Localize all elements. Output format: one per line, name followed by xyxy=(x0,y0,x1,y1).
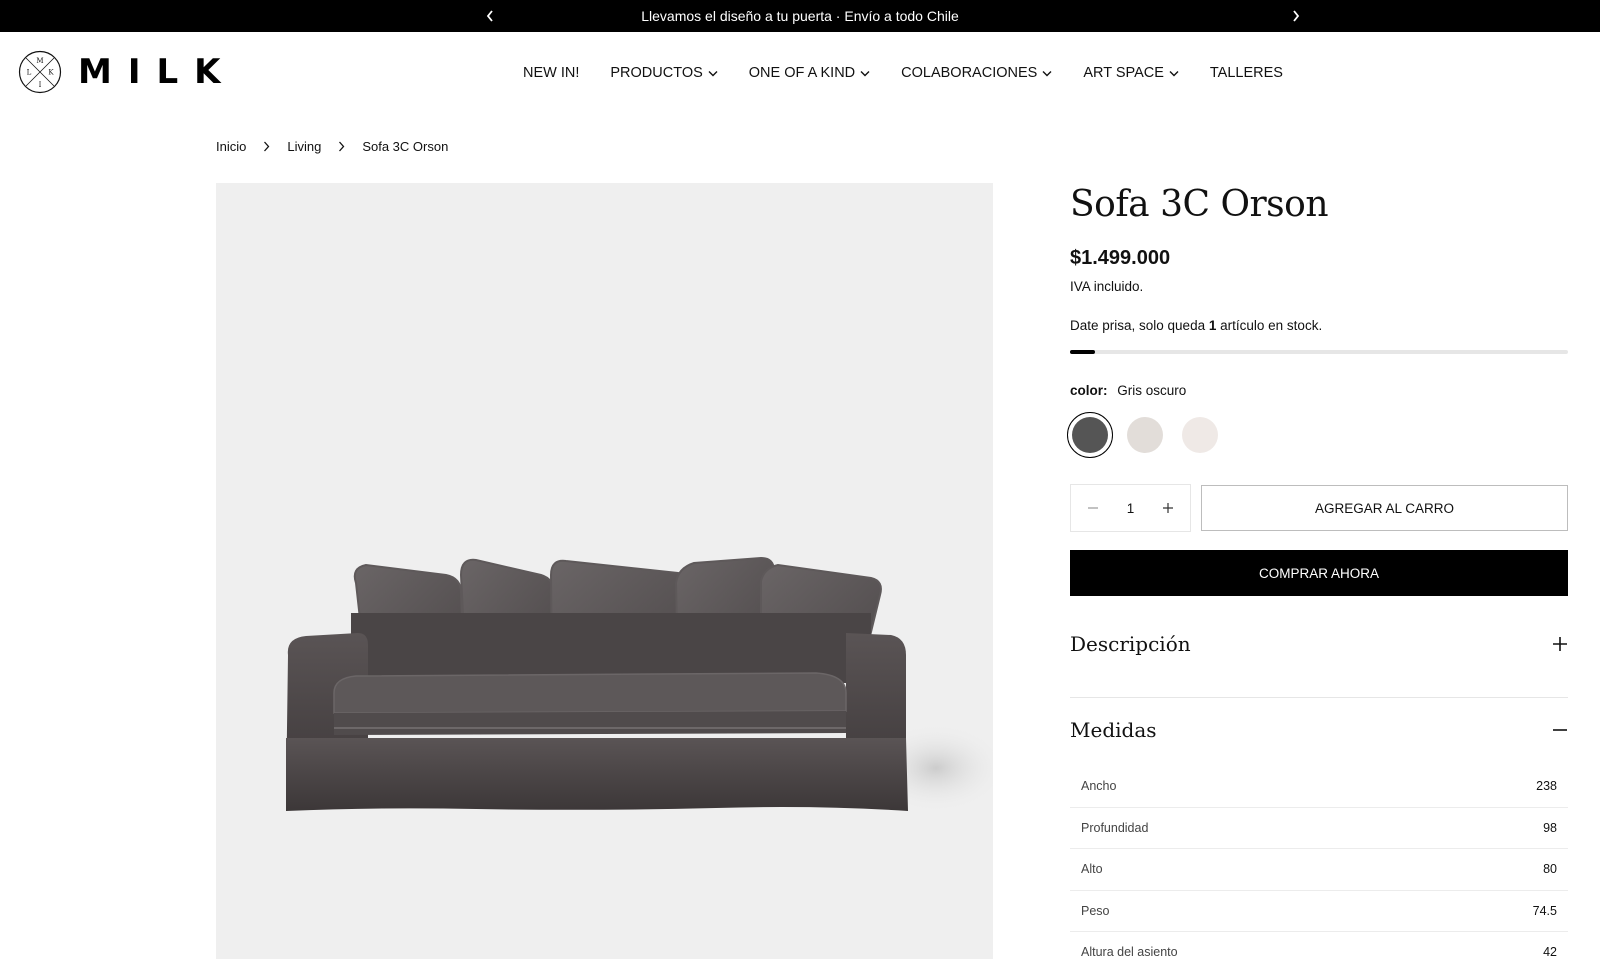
spec-label: Altura del asiento xyxy=(1081,945,1178,960)
color-label-key: color: xyxy=(1070,383,1108,398)
nav-item-one-of-a-kind[interactable]: ONE OF A KIND xyxy=(749,65,870,81)
announcement-text: Llevamos el diseño a tu puerta · Envío a… xyxy=(641,8,959,24)
nav-item-label: PRODUCTOS xyxy=(610,65,703,81)
main-nav: NEW IN! PRODUCTOS ONE OF A KIND COLABORA… xyxy=(523,32,1314,114)
accordion-title: Medidas xyxy=(1070,718,1157,742)
chevron-left-icon xyxy=(486,10,493,22)
tax-note: IVA incluido. xyxy=(1070,279,1144,294)
announcement-next-button[interactable] xyxy=(1280,0,1312,32)
spec-label: Ancho xyxy=(1081,779,1117,794)
spec-row: Ancho 238 xyxy=(1070,766,1568,808)
spec-value: 42 xyxy=(1543,945,1557,960)
site-header: M K I L MILK NEW IN! PRODUCTOS ONE OF A … xyxy=(0,32,1600,114)
logo-emblem-letter-i: I xyxy=(39,81,42,89)
spec-row: Profundidad 98 xyxy=(1070,808,1568,849)
minus-icon xyxy=(1088,507,1098,509)
chevron-right-icon xyxy=(338,141,345,152)
logo-emblem-letter-k: K xyxy=(48,69,54,77)
quantity-value[interactable]: 1 xyxy=(1127,501,1135,516)
chevron-down-icon xyxy=(1169,70,1179,76)
swatch-crudo[interactable] xyxy=(1177,412,1223,458)
specs-table: Ancho 238 Profundidad 98 Alto 80 Peso 74.5 A… xyxy=(1070,766,1568,965)
swatch-gris-oscuro[interactable] xyxy=(1067,412,1113,458)
logo-emblem-letter-l: L xyxy=(27,69,32,77)
logo-wordmark: MILK xyxy=(78,52,237,92)
color-swatches xyxy=(1067,412,1232,458)
stock-suffix: artículo en stock. xyxy=(1220,318,1323,333)
spec-row: Alto 80 xyxy=(1070,849,1568,891)
spec-value: 80 xyxy=(1543,862,1557,877)
logo-emblem-letter-m: M xyxy=(36,57,43,65)
plus-icon xyxy=(1553,637,1567,651)
product-title: Sofa 3C Orson xyxy=(1070,184,1329,225)
swatch-dot xyxy=(1072,417,1108,453)
chevron-down-icon xyxy=(1042,70,1052,76)
nav-item-art-space[interactable]: ART SPACE xyxy=(1083,65,1179,81)
nav-item-label: TALLERES xyxy=(1209,65,1283,81)
swatch-dot xyxy=(1182,417,1218,453)
accordion-title: Descripción xyxy=(1070,632,1191,656)
spec-value: 98 xyxy=(1543,820,1557,835)
stock-progress-track xyxy=(1070,350,1568,354)
spec-value: 238 xyxy=(1536,779,1557,794)
quantity-decrease-button[interactable] xyxy=(1083,498,1103,518)
nav-item-label: COLABORACIONES xyxy=(901,65,1038,81)
stock-progress-fill xyxy=(1070,350,1095,354)
breadcrumb-link-inicio[interactable]: Inicio xyxy=(216,139,246,154)
nav-item-label: NEW IN! xyxy=(523,65,580,81)
logo[interactable]: M K I L MILK xyxy=(18,50,237,94)
plus-icon xyxy=(1162,503,1173,513)
buy-now-button[interactable]: COMPRAR AHORA xyxy=(1070,550,1568,596)
spec-label: Profundidad xyxy=(1081,820,1149,835)
breadcrumb: Inicio Living Sofa 3C Orson xyxy=(216,139,448,154)
breadcrumb-link-living[interactable]: Living xyxy=(287,139,321,154)
breadcrumb-current: Sofa 3C Orson xyxy=(362,139,449,154)
logo-emblem-icon: M K I L xyxy=(18,50,62,94)
product-price: $1.499.000 xyxy=(1070,247,1171,269)
sofa-illustration xyxy=(286,556,1006,813)
chevron-down-icon xyxy=(860,70,870,76)
chevron-right-icon xyxy=(263,141,270,152)
product-info: Sofa 3C Orson $1.499.000 IVA incluido. D… xyxy=(1067,183,1568,959)
accordion-divider xyxy=(1070,697,1568,698)
nav-item-new-in[interactable]: NEW IN! xyxy=(523,65,579,81)
nav-item-colaboraciones[interactable]: COLABORACIONES xyxy=(901,65,1052,81)
spec-row: Peso 74.5 xyxy=(1070,891,1568,932)
spec-label: Peso xyxy=(1081,903,1110,918)
stock-message: Date prisa, solo queda 1 artículo en sto… xyxy=(1070,318,1322,333)
nav-item-productos[interactable]: PRODUCTOS xyxy=(610,65,718,81)
announcement-bar: Llevamos el diseño a tu puerta · Envío a… xyxy=(0,0,1600,32)
color-value: Gris oscuro xyxy=(1117,383,1187,398)
swatch-beige[interactable] xyxy=(1122,412,1168,458)
stock-count: 1 xyxy=(1208,318,1217,333)
product-image[interactable] xyxy=(216,183,1006,959)
minus-icon xyxy=(1553,729,1567,731)
color-label: color: Gris oscuro xyxy=(1070,383,1186,398)
nav-item-label: ONE OF A KIND xyxy=(748,65,856,81)
nav-item-talleres[interactable]: TALLERES xyxy=(1210,65,1283,81)
swatch-dot xyxy=(1127,417,1163,453)
quantity-stepper: 1 xyxy=(1070,484,1191,532)
accordion-medidas[interactable]: Medidas xyxy=(1070,715,1568,745)
chevron-right-icon xyxy=(1293,10,1300,22)
spec-row: Altura del asiento 42 xyxy=(1070,932,1568,965)
nav-item-label: ART SPACE xyxy=(1083,65,1164,81)
spec-label: Alto xyxy=(1081,862,1103,877)
quantity-increase-button[interactable] xyxy=(1158,498,1178,518)
accordion-descripcion[interactable]: Descripción xyxy=(1070,629,1568,659)
announcement-prev-button[interactable] xyxy=(474,0,506,32)
stock-prefix: Date prisa, solo queda xyxy=(1070,318,1206,333)
spec-value: 74.5 xyxy=(1532,903,1557,918)
add-to-cart-button[interactable]: AGREGAR AL CARRO xyxy=(1201,485,1568,531)
chevron-down-icon xyxy=(708,70,718,76)
